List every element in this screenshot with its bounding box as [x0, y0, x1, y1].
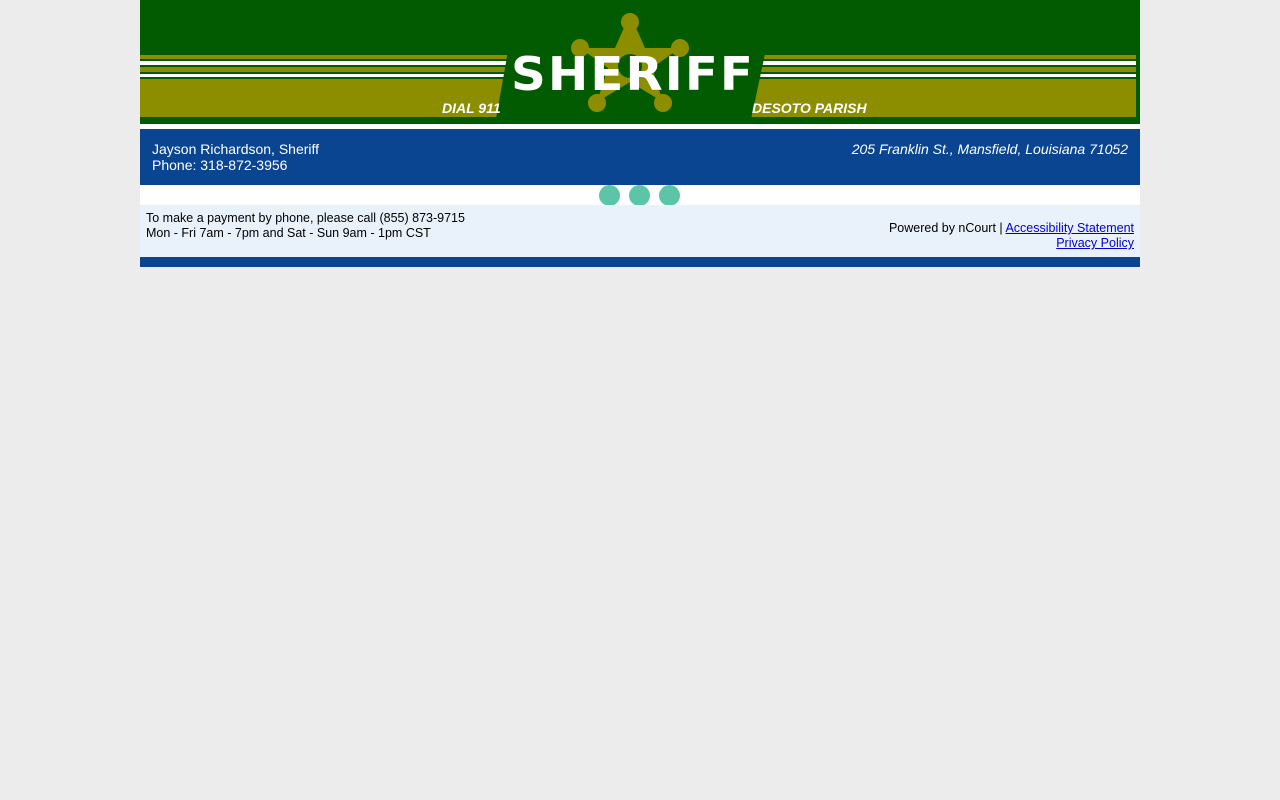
sheriff-info-bar: Jayson Richardson, Sheriff Phone: 318-87…	[140, 129, 1140, 185]
footer: To make a payment by phone, please call …	[140, 205, 1140, 257]
payment-phone-text: To make a payment by phone, please call …	[146, 211, 465, 225]
loading-dot	[629, 185, 650, 206]
payment-info: To make a payment by phone, please call …	[146, 211, 465, 241]
sheriff-contact: Jayson Richardson, Sheriff Phone: 318-87…	[152, 141, 319, 173]
bottom-bar	[140, 257, 1140, 267]
banner-right-tag: DESOTO PARISH	[752, 100, 867, 116]
sheriff-name: Jayson Richardson, Sheriff	[152, 141, 320, 157]
loading-dots-icon	[599, 185, 681, 206]
powered-by-text: Powered by nCourt |	[888, 221, 1003, 235]
loading-dot	[599, 185, 620, 206]
footer-links: Powered by nCourt | Accessibility Statem…	[889, 221, 1134, 251]
loading-area	[140, 185, 1140, 206]
loading-dot	[659, 185, 680, 206]
payment-hours-text: Mon - Fri 7am - 7pm and Sat - Sun 9am - …	[146, 226, 431, 240]
office-address: 205 Franklin St., Mansfield, Louisiana 7…	[851, 141, 1128, 157]
banner-left-tag: DIAL 911	[442, 100, 501, 116]
sheriff-banner: SHERIFF DIAL 911 DESOTO PARISH	[140, 0, 1140, 124]
banner-title: SHERIFF	[510, 47, 756, 101]
page-container: SHERIFF DIAL 911 DESOTO PARISH Jayson Ri…	[140, 0, 1140, 267]
privacy-policy-link[interactable]: Privacy Policy	[1056, 236, 1134, 250]
accessibility-statement-link[interactable]: Accessibility Statement	[1005, 221, 1134, 235]
sheriff-phone: Phone: 318-872-3956	[152, 157, 288, 173]
